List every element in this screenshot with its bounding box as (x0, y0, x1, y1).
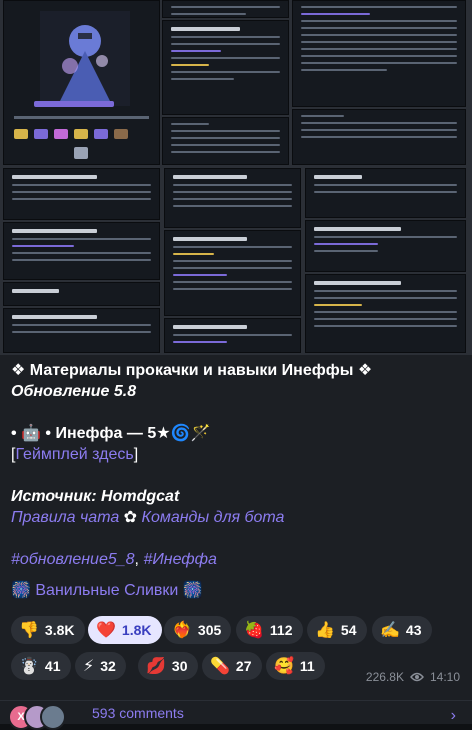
commenter-avatars: X (8, 701, 88, 730)
gameplay-line: [Геймплей здесь] (11, 444, 461, 465)
writing-hand-icon: ✍️ (380, 622, 400, 639)
post-subtitle: Обновление 5.8 (11, 383, 137, 400)
skill-tile-1 (162, 0, 289, 18)
hashtag-character[interactable]: #Инеффа (143, 551, 217, 568)
eye-icon (410, 672, 424, 682)
reaction-count: 1.8K (121, 622, 152, 638)
reaction-snowman[interactable]: ☃️ 41 (11, 652, 71, 680)
kiss-icon: 💋 (146, 658, 166, 675)
avatar (40, 704, 66, 730)
skill-tile-5 (164, 318, 301, 353)
reaction-count: 27 (235, 658, 252, 674)
message-text: ❖ Материалы прокачки и навыки Инеффы ❖ О… (11, 360, 461, 601)
gameplay-link[interactable]: Геймплей здесь (15, 446, 133, 463)
reaction-writing-hand[interactable]: ✍️ 43 (372, 616, 432, 644)
snowman-icon: ☃️ (19, 658, 39, 675)
reaction-smiling-hearts[interactable]: 🥰 11 (266, 652, 325, 680)
view-count: 226.8K (365, 670, 404, 684)
skill-tile-3 (164, 168, 301, 228)
reaction-heart[interactable]: ❤️ 1.8K (88, 616, 162, 644)
message-bubble: ❖ Материалы прокачки и навыки Инеффы ❖ О… (0, 0, 472, 730)
reaction-count: 11 (299, 658, 315, 674)
skill-tile-4 (164, 230, 301, 316)
message-meta: 226.8K 14:10 (366, 670, 460, 684)
links-separator: ✿ (119, 509, 142, 526)
lightning-icon: ⚡ (83, 658, 95, 675)
character-tile (3, 0, 160, 165)
reaction-count: 3.8K (44, 622, 75, 638)
commands-link[interactable]: Команды для бота (142, 509, 285, 526)
reaction-thumbs-down[interactable]: 👎 3.8K (11, 616, 85, 644)
level-tile (292, 109, 466, 165)
reaction-count: 32 (100, 658, 116, 674)
chevron-right-icon: › (450, 707, 456, 724)
source-line: Источник: Homdgcat (11, 488, 180, 505)
talent-tile-1 (3, 168, 160, 220)
gameplay-bracket-close: ] (133, 446, 139, 463)
message-time: 14:10 (429, 670, 460, 684)
character-art-icon (40, 11, 130, 106)
talent-tile-4 (3, 308, 160, 353)
reaction-strawberry[interactable]: 🍓 112 (236, 616, 303, 644)
talent-tile-2 (3, 222, 160, 280)
reaction-count: 41 (44, 658, 61, 674)
hashtags-line: #обновление5_8, #Инеффа (11, 549, 461, 570)
channel-signature[interactable]: 🎆 Ванильные Сливки 🎆 (11, 580, 461, 601)
constellation-tile-1 (305, 168, 466, 218)
lore-tile-1 (292, 0, 466, 107)
thumbs-down-icon: 👎 (19, 622, 39, 639)
heart-fire-icon: ❤️‍🔥 (172, 622, 192, 639)
character-line: • 🤖 • Инеффа — 5★🌀🪄 (11, 425, 211, 442)
heart-icon: ❤️ (96, 622, 116, 639)
comments-count: 593 comments (92, 705, 184, 721)
hashtag-update[interactable]: #обновление5_8 (11, 551, 135, 568)
pill-icon: 💊 (210, 658, 230, 675)
rules-link[interactable]: Правила чата (11, 509, 119, 526)
post-title: ❖ Материалы прокачки и навыки Инеффы ❖ (11, 362, 373, 379)
reaction-pill[interactable]: 💊 27 (202, 652, 262, 680)
strawberry-icon: 🍓 (244, 622, 264, 639)
comments-button[interactable]: X 593 comments › (0, 700, 472, 730)
reaction-count: 54 (340, 622, 357, 638)
reaction-count: 112 (269, 622, 293, 638)
reaction-count: 305 (197, 622, 222, 638)
stats-tile (162, 117, 289, 165)
links-line: Правила чата ✿ Команды для бота (11, 507, 461, 528)
thumbs-up-icon: 👍 (315, 622, 335, 639)
reaction-heart-fire[interactable]: ❤️‍🔥 305 (164, 616, 232, 644)
talent-tile-3 (3, 282, 160, 306)
constellation-tile-2 (305, 220, 466, 272)
reaction-lightning[interactable]: ⚡ 32 (75, 652, 126, 680)
post-image[interactable] (0, 0, 472, 355)
smiling-hearts-icon: 🥰 (274, 658, 294, 675)
reaction-thumbs-up[interactable]: 👍 54 (307, 616, 367, 644)
reaction-kiss[interactable]: 💋 30 (138, 652, 198, 680)
reaction-count: 30 (171, 658, 188, 674)
reaction-count: 43 (405, 622, 422, 638)
skill-tile-2 (162, 20, 289, 115)
constellation-tile-3 (305, 274, 466, 353)
